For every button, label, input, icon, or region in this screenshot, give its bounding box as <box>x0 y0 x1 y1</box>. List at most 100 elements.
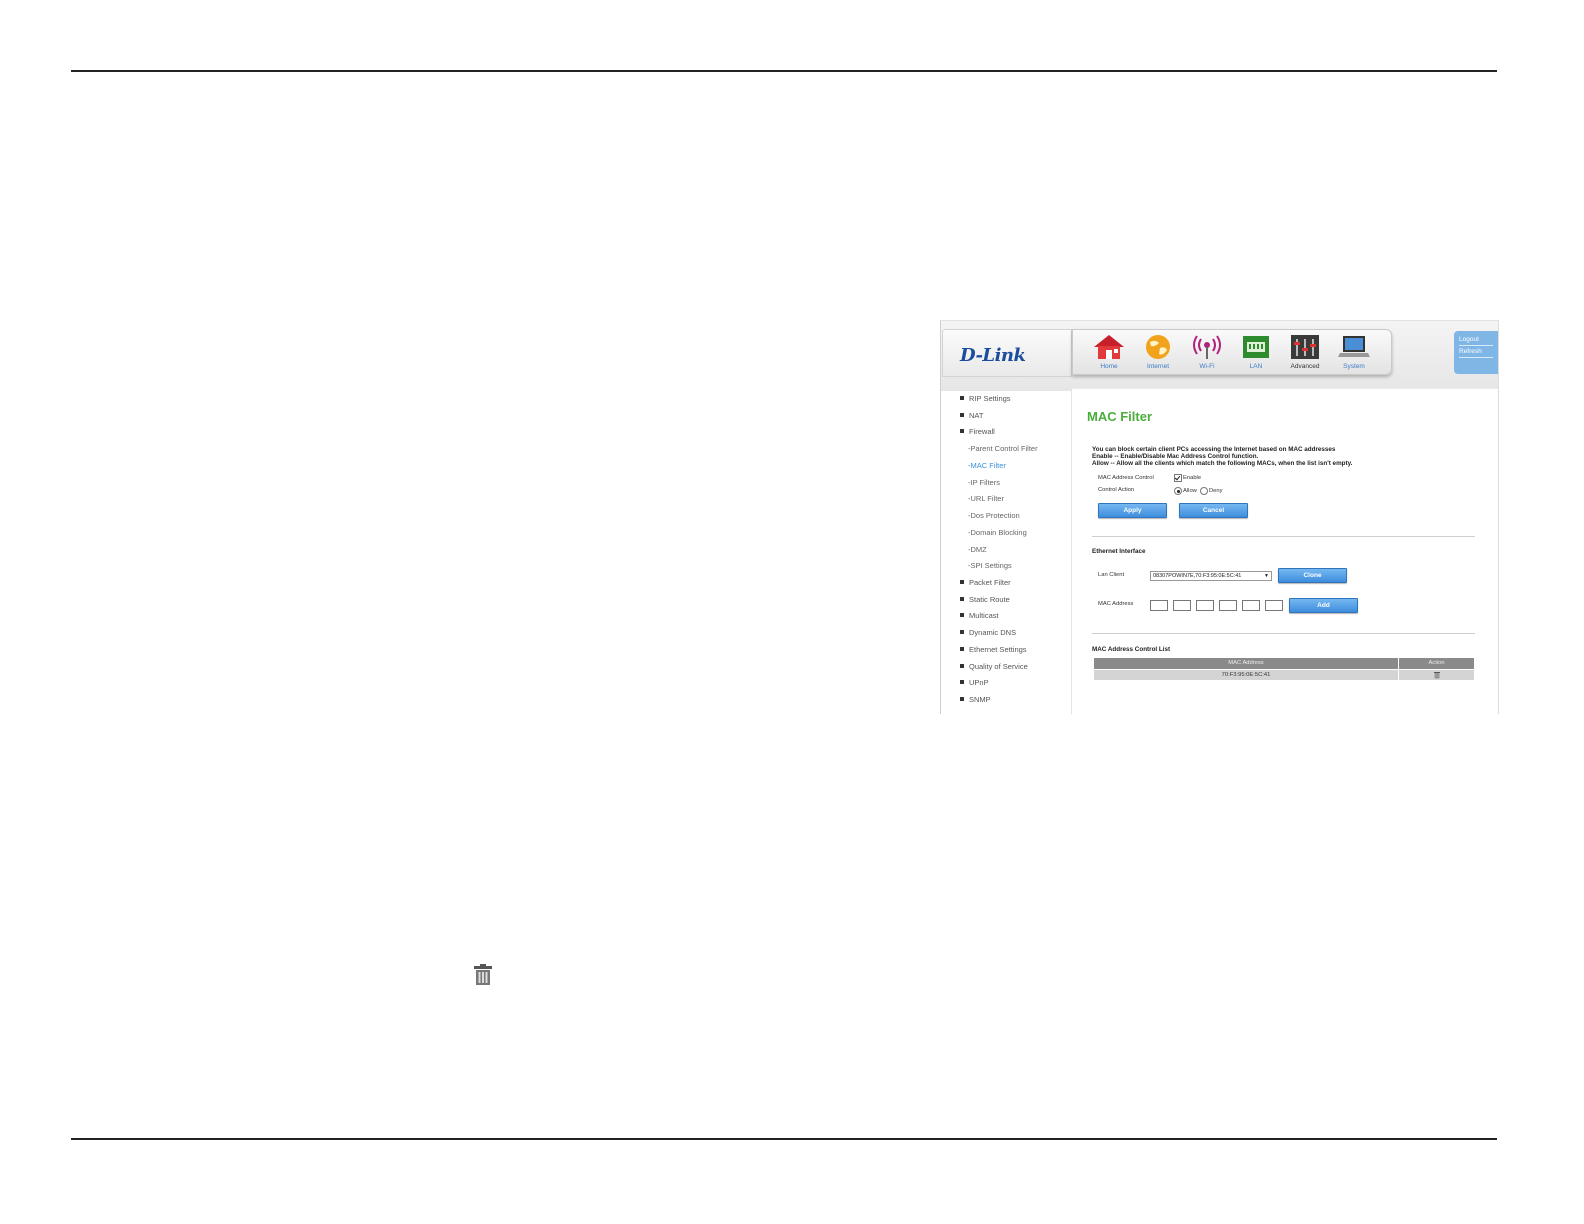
wifi-icon <box>1193 335 1221 359</box>
description-line: Allow -- Allow all the clients which mat… <box>1092 460 1353 467</box>
section-divider <box>1092 536 1475 537</box>
sidebar-item-parent-control[interactable]: -Parent Control Filter <box>968 444 1038 453</box>
bullet <box>960 396 964 400</box>
bullet <box>960 664 964 668</box>
link-divider <box>1459 357 1493 358</box>
ethernet-interface-heading: Ethernet Interface <box>1092 548 1146 555</box>
mac-octet-5-input[interactable] <box>1242 600 1260 611</box>
link-divider <box>1459 345 1493 346</box>
sidebar-item-label: Dynamic DNS <box>969 628 1017 637</box>
bullet <box>960 630 964 634</box>
table-cell-action <box>1399 670 1474 680</box>
sidebar-item-label: Quality of Service <box>969 662 1028 671</box>
mac-octet-1-input[interactable] <box>1150 600 1168 611</box>
sidebar-item-label: Static Route <box>969 595 1010 604</box>
advanced-sliders-icon <box>1291 335 1319 359</box>
bullet <box>960 429 964 433</box>
nav-advanced[interactable]: Advanced <box>1285 332 1325 372</box>
bottom-rule <box>71 1138 1497 1140</box>
bullet <box>960 413 964 417</box>
enable-checkbox[interactable] <box>1174 474 1182 482</box>
top-nav: Home Internet Wi-Fi LAN Advanced System <box>1072 329 1392 375</box>
sidebar-item-dos-protection[interactable]: -Dos Protection <box>968 511 1020 520</box>
nav-system-label: System <box>1343 363 1365 370</box>
sidebar-item-packet-filter[interactable]: Packet Filter <box>960 578 1011 587</box>
sidebar-item-label: Multicast <box>969 611 999 620</box>
bullet <box>960 680 964 684</box>
bullet <box>960 580 964 584</box>
apply-button[interactable]: Apply <box>1098 503 1167 518</box>
sidebar-item-dmz[interactable]: -DMZ <box>968 545 987 554</box>
laptop-icon <box>1338 336 1370 357</box>
dropdown-arrow-icon: ▼ <box>1264 573 1269 579</box>
nav-advanced-label: Advanced <box>1290 363 1320 370</box>
nav-lan[interactable]: LAN <box>1236 332 1276 372</box>
trash-icon[interactable] <box>1433 671 1441 679</box>
sidebar-item-dynamic-dns[interactable]: Dynamic DNS <box>960 628 1016 637</box>
sidebar-item-rip-settings[interactable]: RIP Settings <box>960 394 1011 403</box>
sidebar-item-label: SNMP <box>969 695 991 704</box>
deny-radio[interactable] <box>1200 487 1208 495</box>
mac-octet-4-input[interactable] <box>1219 600 1237 611</box>
main-content: MAC Filter You can block certain client … <box>1071 388 1498 714</box>
mac-octet-6-input[interactable] <box>1265 600 1283 611</box>
control-list-heading: MAC Address Control List <box>1092 646 1171 653</box>
clone-button[interactable]: Clone <box>1278 568 1347 583</box>
refresh-link[interactable]: Refresh <box>1459 348 1482 355</box>
bullet <box>960 697 964 701</box>
sidebar-item-spi-settings[interactable]: -SPI Settings <box>968 561 1012 570</box>
sidebar-item-ethernet-settings[interactable]: Ethernet Settings <box>960 645 1027 654</box>
sidebar-item-firewall[interactable]: Firewall <box>960 427 995 436</box>
control-action-label: Control Action <box>1098 487 1135 493</box>
nav-wifi[interactable]: Wi-Fi <box>1187 332 1227 372</box>
lan-port-icon <box>1243 336 1269 358</box>
dlink-logo: D-Link <box>960 345 1026 366</box>
description-line: Enable -- Enable/Disable Mac Address Con… <box>1092 453 1259 460</box>
sidebar-item-domain-blocking[interactable]: -Domain Blocking <box>968 528 1027 537</box>
cancel-button[interactable]: Cancel <box>1179 503 1248 518</box>
bullet <box>960 613 964 617</box>
allow-radio[interactable] <box>1174 487 1182 495</box>
nav-home-label: Home <box>1100 363 1118 370</box>
sidebar-item-ip-filters[interactable]: -IP Filters <box>968 478 1000 487</box>
mac-control-label: MAC Address Control <box>1098 475 1154 481</box>
mac-octet-3-input[interactable] <box>1196 600 1214 611</box>
sidebar: RIP Settings NAT Firewall -Parent Contro… <box>941 391 1071 714</box>
description-line: You can block certain client PCs accessi… <box>1092 446 1336 453</box>
sidebar-item-multicast[interactable]: Multicast <box>960 611 999 620</box>
logo-tab: D-Link <box>942 329 1072 377</box>
allow-label: Allow <box>1183 488 1197 494</box>
sidebar-item-nat[interactable]: NAT <box>960 411 983 420</box>
sidebar-item-snmp[interactable]: SNMP <box>960 695 991 704</box>
lan-client-value: 08307POWIN7E,70:F3:95:0E:5C:41 <box>1153 573 1242 579</box>
sidebar-item-upnp[interactable]: UPnP <box>960 678 989 687</box>
enable-label: Enable <box>1183 475 1202 481</box>
sidebar-item-label: RIP Settings <box>969 394 1011 403</box>
nav-lan-label: LAN <box>1249 363 1263 370</box>
sidebar-item-label: Ethernet Settings <box>969 645 1027 654</box>
nav-home[interactable]: Home <box>1089 332 1129 372</box>
router-screenshot: D-Link Home Internet Wi-Fi LAN Advanced … <box>940 320 1499 714</box>
bullet <box>960 597 964 601</box>
table-header-mac: MAC Address <box>1094 658 1398 669</box>
page-title: MAC Filter <box>1087 409 1152 424</box>
header: D-Link Home Internet Wi-Fi LAN Advanced … <box>941 321 1498 391</box>
nav-wifi-label: Wi-Fi <box>1199 363 1215 370</box>
nav-system[interactable]: System <box>1334 332 1374 372</box>
nav-internet[interactable]: Internet <box>1138 332 1178 372</box>
sidebar-item-mac-filter[interactable]: -MAC Filter <box>968 461 1006 470</box>
table-cell-mac: 70:F3:95:0E:5C:41 <box>1094 670 1398 680</box>
section-divider <box>1092 633 1475 634</box>
add-button[interactable]: Add <box>1289 598 1358 613</box>
logout-link[interactable]: Logout <box>1459 336 1479 343</box>
account-links: Logout Refresh <box>1454 331 1498 374</box>
mac-address-label: MAC Address <box>1098 601 1134 607</box>
deny-label: Deny <box>1209 488 1223 494</box>
mac-octet-2-input[interactable] <box>1173 600 1191 611</box>
bullet <box>960 647 964 651</box>
sidebar-item-qos[interactable]: Quality of Service <box>960 662 1028 671</box>
sidebar-item-static-route[interactable]: Static Route <box>960 595 1010 604</box>
lan-client-select[interactable]: 08307POWIN7E,70:F3:95:0E:5C:41 ▼ <box>1150 571 1272 581</box>
sidebar-item-url-filter[interactable]: -URL Filter <box>968 494 1004 503</box>
top-rule <box>71 70 1497 72</box>
